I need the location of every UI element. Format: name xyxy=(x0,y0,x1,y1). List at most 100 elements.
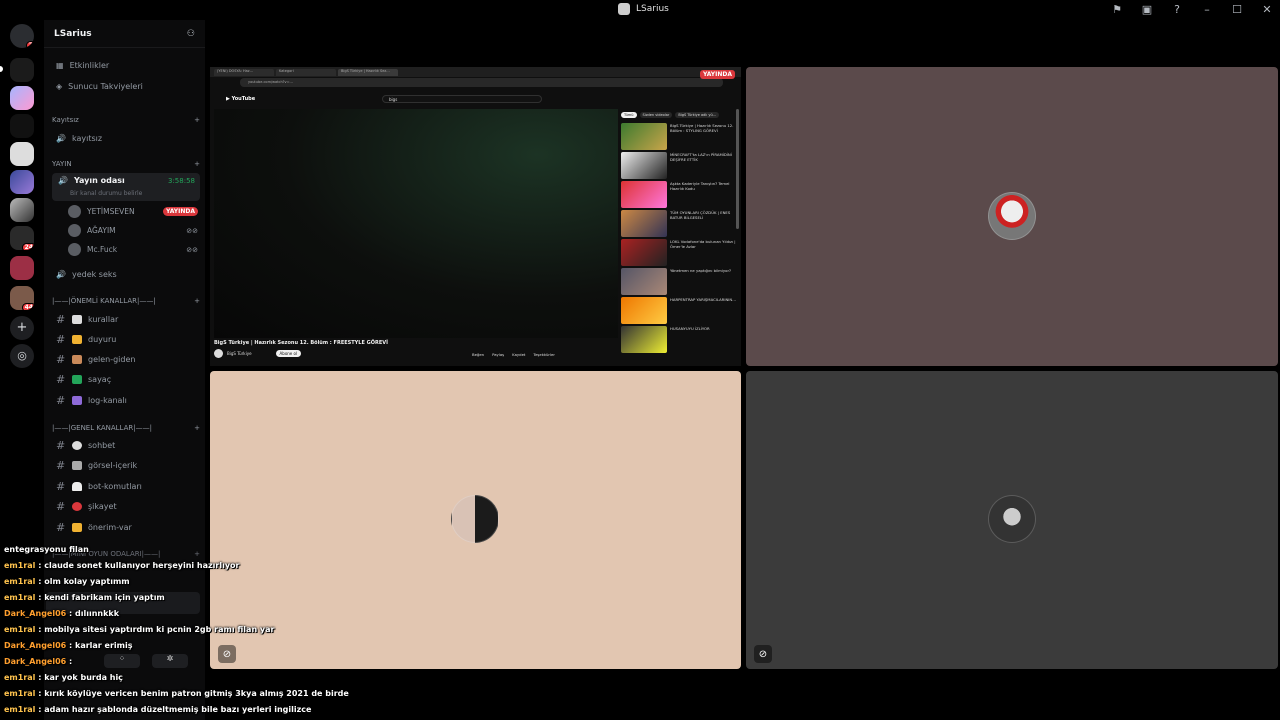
channel-kurallar[interactable]: # kurallar xyxy=(52,310,200,328)
guild-icon[interactable] xyxy=(10,58,34,82)
chip[interactable]: BigS Türkiye adlı yü… xyxy=(675,112,720,118)
channel-log-kanali[interactable]: # log-kanalı xyxy=(52,391,200,409)
youtube-logo-icon[interactable]: ▶ YouTube xyxy=(226,96,255,102)
title-bar: LSarius ⚑ ▣ ? – ☐ ✕ xyxy=(0,0,1280,20)
help-icon[interactable]: ? xyxy=(1170,2,1184,16)
recommendation-item[interactable]: HARPENTRAP YARIŞMACILARININ… xyxy=(621,297,739,326)
channel-line: BigS Türkiye Abone ol xyxy=(214,349,302,358)
recommendations-list: BigS Türkiye | Hazırlık Sezonu 12. Bölüm… xyxy=(621,123,739,355)
video-off-icon[interactable]: ⊘ xyxy=(754,645,772,663)
channel-duyuru[interactable]: # duyuru xyxy=(52,330,200,348)
discover-icon[interactable]: ◎ xyxy=(10,344,34,368)
add-channel-icon[interactable]: + xyxy=(194,424,200,432)
add-server-icon[interactable]: + xyxy=(10,316,34,340)
mute-icon: ⊘⊘ xyxy=(186,245,198,254)
chip-all[interactable]: Tümü xyxy=(621,112,637,118)
thumbnail xyxy=(621,326,667,353)
app-logo-icon xyxy=(618,3,630,15)
guild-icon[interactable]: 44 xyxy=(10,286,34,310)
guild-icon[interactable] xyxy=(10,170,34,194)
chip[interactable]: Sizden videolar xyxy=(639,112,673,118)
browser-tab[interactable]: BigS Türkiye | Hazırlık Sez… xyxy=(338,69,398,76)
guild-icon[interactable] xyxy=(10,198,34,222)
rec-title: Aşkta Kaderiyle Tanıştın? Temel Hazırlık… xyxy=(670,181,730,191)
channel-gorsel-icerik[interactable]: # görsel-içerik xyxy=(52,456,200,474)
flag-icon[interactable]: ⚑ xyxy=(1110,2,1124,16)
screen-share-tile[interactable]: (YENİ) DOSYA: Haz… Kategori BigS Türkiye… xyxy=(210,67,741,366)
chat-message: em1ral : claude sonet kullanıyor herşeyi… xyxy=(4,561,240,570)
voice-user[interactable]: AĞAYIM ⊘⊘ xyxy=(68,222,198,239)
inbox-icon[interactable]: ▣ xyxy=(1140,2,1154,16)
recommendation-item[interactable]: HUSANYUYU İZLİYOR xyxy=(621,326,739,355)
category-genel[interactable]: |——|GENEL KANALLAR|——| + xyxy=(52,424,200,432)
direct-messages-icon[interactable]: 7 xyxy=(10,24,34,48)
voice-status[interactable]: Bir kanal durumu belirle xyxy=(70,190,142,197)
recommendation-item[interactable]: MİNECRAFT'ta LAZ'ın PİRAMİDİNİ DEŞİFRE E… xyxy=(621,152,739,181)
guild-icon[interactable] xyxy=(10,86,34,110)
chat-message: Dark_Angel06 : karlar erimiş xyxy=(4,641,133,650)
add-channel-icon[interactable]: + xyxy=(194,297,200,305)
channel-label: kayıtsız xyxy=(71,133,103,143)
category-onemli[interactable]: |——|ÖNEMLİ KANALLAR|——| + xyxy=(52,297,200,305)
recommendation-item[interactable]: Yönetmen ne yaptığını bilmiyor? xyxy=(621,268,739,297)
participant-tile[interactable] xyxy=(746,67,1278,366)
boost-icon: ◈ xyxy=(56,81,63,91)
scrollbar[interactable] xyxy=(736,109,739,229)
channel-sayac[interactable]: # sayaç xyxy=(52,370,200,388)
save-button[interactable]: Kaydet xyxy=(512,352,525,357)
like-button[interactable]: Beğen xyxy=(472,352,484,357)
rec-title: Yönetmen ne yaptığını bilmiyor? xyxy=(670,268,732,273)
guild-icon[interactable] xyxy=(10,114,34,138)
hash-icon: # xyxy=(56,458,66,472)
close-icon[interactable]: ✕ xyxy=(1260,2,1274,16)
chat-message: em1ral : adam hazır şablonda düzeltmemiş… xyxy=(4,705,312,714)
category-label: YAYIN xyxy=(52,160,72,168)
video-player[interactable] xyxy=(214,109,618,338)
chat-text: dılıınnkkk xyxy=(75,609,120,618)
rec-title: HARPENTRAP YARIŞMACILARININ… xyxy=(670,297,737,302)
category-yayin[interactable]: YAYIN + xyxy=(52,160,200,168)
maximize-icon[interactable]: ☐ xyxy=(1230,2,1244,16)
voice-user[interactable]: YETİMSEVEN YAYINDA xyxy=(68,203,198,220)
thumbnail xyxy=(621,123,667,150)
channel-onerim-var[interactable]: # önerim-var xyxy=(52,518,200,536)
hash-icon: # xyxy=(56,352,66,366)
add-channel-icon[interactable]: + xyxy=(194,116,200,124)
browser-tab[interactable]: Kategori xyxy=(276,69,336,76)
youtube-search-input[interactable]: bigs xyxy=(382,95,542,103)
channel-kayitsiz[interactable]: 🔊 kayıtsız xyxy=(52,129,200,147)
voice-channel-name: Yayın odası xyxy=(73,176,125,185)
invite-icon[interactable]: ⚇ xyxy=(187,29,195,39)
recommendation-item[interactable]: BigS Türkiye | Hazırlık Sezonu 12. Bölüm… xyxy=(621,123,739,152)
channel-bot-komutlari[interactable]: # bot-komutları xyxy=(52,477,200,495)
category-kayitsiz[interactable]: Kayıtsız + xyxy=(52,116,200,124)
voice-channel-yayin-odasi[interactable]: 🔊 Yayın odası 3:58:58 Bir kanal durumu b… xyxy=(52,173,200,201)
recommendation-item[interactable]: TÜM OYUNLARI ÇÖZDÜK | ENES BATUR BİLGESE… xyxy=(621,210,739,239)
guild-icon[interactable] xyxy=(10,256,34,280)
events-item[interactable]: ▦ Etkinlikler xyxy=(52,56,200,74)
recommendation-item[interactable]: LOKL Vodafone'da bulunan Yıldızı | Ömer'… xyxy=(621,239,739,268)
minimize-icon[interactable]: – xyxy=(1200,2,1214,16)
chat-nick: em1ral xyxy=(4,625,36,634)
browser-tab[interactable]: (YENİ) DOSYA: Haz… xyxy=(214,69,274,76)
thanks-button[interactable]: Teşekkürler xyxy=(533,352,555,357)
guild-icon[interactable] xyxy=(10,142,34,166)
channel-yedek-seks[interactable]: 🔊 yedek seks xyxy=(52,265,200,283)
boosts-item[interactable]: ◈ Sunucu Takviyeleri xyxy=(52,77,200,95)
chat-message: em1ral : kırık köylüye vericen benim pat… xyxy=(4,689,349,698)
chat-message: em1ral : kar yok burda hiç xyxy=(4,673,123,682)
voice-user[interactable]: Mc.Fuck ⊘⊘ xyxy=(68,241,198,258)
channel-gelen-giden[interactable]: # gelen-giden xyxy=(52,350,200,368)
participant-tile[interactable]: ⊘ xyxy=(746,371,1278,669)
subscribe-button[interactable]: Abone ol xyxy=(275,350,302,357)
channel-label: bot-komutları xyxy=(88,481,142,491)
guild-icon[interactable]: 24 xyxy=(10,226,34,250)
browser-url-bar[interactable]: youtube.com/watch?v=… xyxy=(240,78,723,87)
channel-sikayet[interactable]: # şikayet xyxy=(52,497,200,515)
recommendation-item[interactable]: Aşkta Kaderiyle Tanıştın? Temel Hazırlık… xyxy=(621,181,739,210)
server-header[interactable]: LSarius ⚇ xyxy=(44,20,205,48)
share-button[interactable]: Paylaş xyxy=(492,352,504,357)
channel-emoji-icon xyxy=(72,314,82,324)
channel-sohbet[interactable]: # sohbet xyxy=(52,436,200,454)
add-channel-icon[interactable]: + xyxy=(194,160,200,168)
